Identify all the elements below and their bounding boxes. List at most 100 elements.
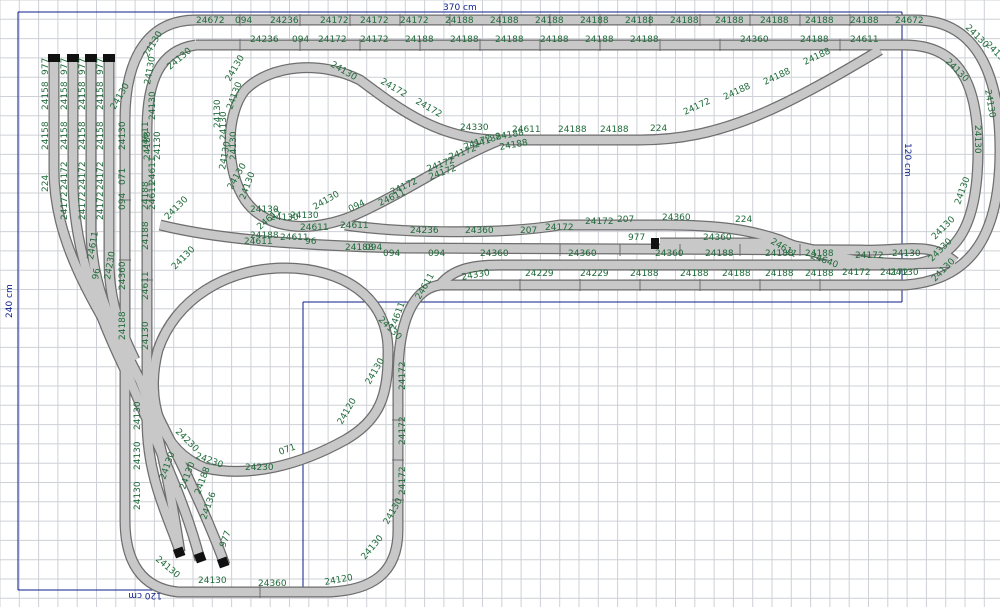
part-label: 24130 — [133, 441, 143, 470]
part-label: 24188 — [722, 269, 751, 279]
part-label: 24130 — [153, 131, 163, 160]
part-label: 24172 — [400, 16, 429, 26]
part-label: 24236 — [250, 35, 279, 45]
part-label: 24188 — [580, 16, 609, 26]
track-plan-canvas: 370 cm 120 cm 240 cm 120 cm 24672 094 24… — [0, 0, 1000, 607]
part-label: 24188 — [445, 16, 474, 26]
part-label: 094 — [118, 193, 128, 210]
part-label: 24172 — [585, 217, 614, 227]
part-label: 24130 — [141, 321, 151, 350]
part-label: 977 — [41, 58, 51, 75]
part-label: 071 — [118, 168, 128, 185]
part-label: 96 — [305, 237, 317, 247]
part-label: 24188 — [715, 16, 744, 26]
part-label: 24360 — [703, 233, 732, 243]
part-label: 24172 — [842, 268, 871, 278]
part-label: 24172 — [360, 35, 389, 45]
part-label: 24172 — [320, 16, 349, 26]
part-label: 24158 — [60, 81, 70, 110]
part-label: 24172 — [855, 251, 884, 261]
dimension-left-label: 240 cm — [5, 284, 15, 318]
part-label: 094 — [383, 249, 400, 259]
part-label: 24230 — [245, 463, 274, 473]
part-label: 24188 — [630, 35, 659, 45]
part-label: 24188 — [625, 16, 654, 26]
part-label: 24236 — [270, 16, 299, 26]
part-label: 207 — [520, 226, 537, 236]
part-label: 24172 — [78, 191, 88, 220]
part-label: 977 — [628, 233, 645, 243]
part-label: 24172 — [360, 16, 389, 26]
part-label: 24130 — [892, 249, 921, 259]
part-label: 24360 — [568, 249, 597, 259]
part-label: 094 — [292, 35, 309, 45]
part-label: 24158 — [96, 121, 106, 150]
part-label: 24172 — [96, 191, 106, 220]
part-label: 24188 — [765, 269, 794, 279]
part-label: 24188 — [805, 249, 834, 259]
part-label: 24236 — [410, 226, 439, 236]
part-label: 977 — [60, 58, 70, 75]
dimension-right-label: 120 cm — [902, 143, 912, 177]
part-label: 24360 — [480, 249, 509, 259]
part-label: 24360 — [258, 579, 287, 589]
part-label: 24188 — [490, 16, 519, 26]
part-label: 24360 — [662, 213, 691, 223]
part-label: 24188 — [765, 249, 794, 259]
part-label: 24611 — [300, 223, 329, 233]
part-label: 24360 — [118, 261, 128, 290]
part-label: 24188 — [680, 269, 709, 279]
part-label: 24158 — [41, 81, 51, 110]
part-label: 24611 — [340, 221, 369, 231]
part-label: 24130 — [219, 111, 229, 140]
part-label: 24188 — [805, 16, 834, 26]
part-label: 24188 — [670, 16, 699, 26]
part-label: 24172 — [545, 223, 574, 233]
part-label: 24360 — [655, 249, 684, 259]
dimension-top-label: 370 cm — [443, 3, 477, 13]
part-label: 24130 — [118, 121, 128, 150]
part-label: 24611 — [148, 181, 158, 210]
part-label: 224 — [650, 124, 667, 134]
part-label: 24611 — [850, 35, 879, 45]
part-label: 24172 — [318, 35, 347, 45]
part-label: 24172 — [78, 161, 88, 190]
part-label: 24130 — [148, 91, 158, 120]
part-label: 24130 — [133, 401, 143, 430]
part-label: 207 — [617, 215, 634, 225]
part-label: 24172 — [398, 416, 408, 445]
part-label: 96 — [91, 267, 103, 280]
part-label: 094 — [235, 16, 252, 26]
part-label: 094 — [365, 243, 382, 253]
part-label: 24158 — [96, 81, 106, 110]
part-label: 24130 — [133, 481, 143, 510]
buffer-stop-siding — [651, 238, 659, 249]
part-label: 24172 — [60, 161, 70, 190]
part-label: 24188 — [585, 35, 614, 45]
part-label: 24188 — [800, 35, 829, 45]
part-label: 24229 — [580, 269, 609, 279]
part-label: 24188 — [705, 249, 734, 259]
part-label: 24188 — [118, 311, 128, 340]
part-label: 24188 — [495, 35, 524, 45]
part-label: 24130 — [890, 268, 919, 278]
part-label: 24611 — [141, 271, 151, 300]
part-label: 24130 — [198, 576, 227, 586]
part-label: 24172 — [60, 191, 70, 220]
part-label: 24330 — [460, 123, 489, 133]
part-label: 24672 — [196, 16, 225, 26]
part-label: 224 — [41, 175, 51, 192]
part-label: 24172 — [398, 361, 408, 390]
part-label: 24172 — [96, 161, 106, 190]
part-label: 24188 — [850, 16, 879, 26]
part-label: 24188 — [143, 131, 153, 160]
part-label: 24188 — [450, 35, 479, 45]
part-label: 24188 — [805, 269, 834, 279]
part-label: 24188 — [540, 35, 569, 45]
part-label: 24188 — [250, 231, 279, 241]
part-label: 24188 — [535, 16, 564, 26]
part-label: 24672 — [895, 16, 924, 26]
part-label: 24130 — [250, 205, 279, 215]
part-label: 224 — [735, 215, 752, 225]
part-label: 24188 — [600, 125, 629, 135]
